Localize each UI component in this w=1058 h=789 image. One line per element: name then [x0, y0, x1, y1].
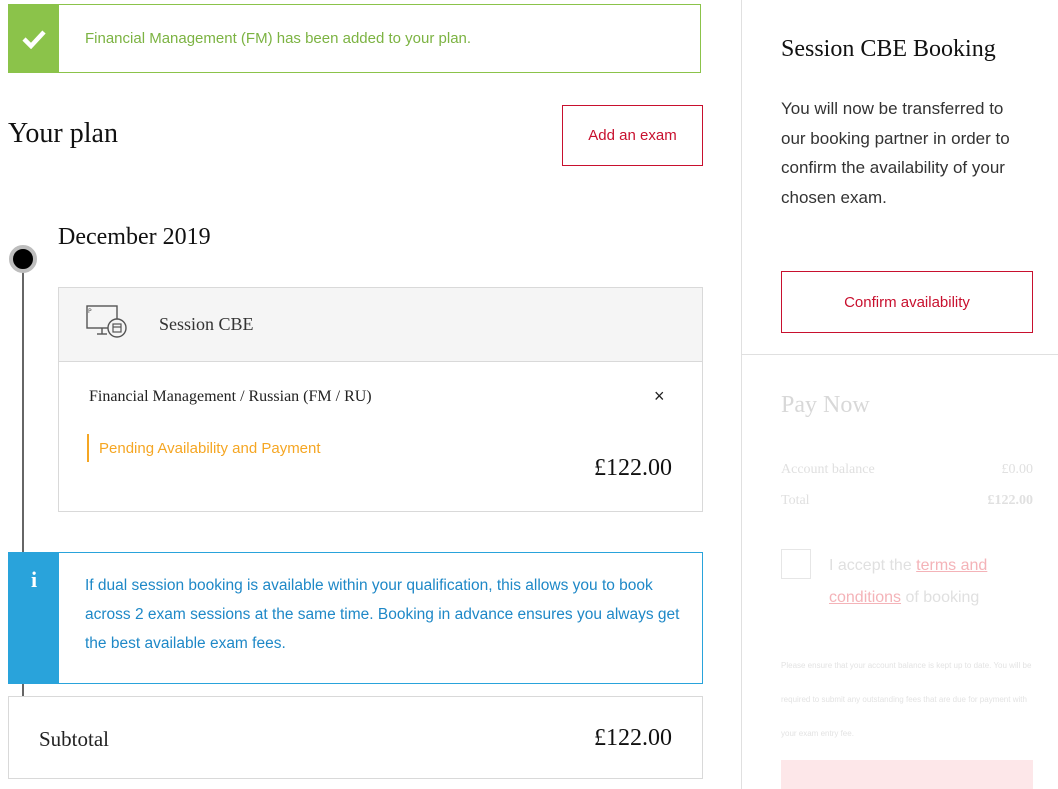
banner-message: Financial Management (FM) has been added… — [85, 30, 472, 47]
accept-prefix: I accept the — [829, 557, 917, 574]
add-exam-button[interactable]: Add an exam — [562, 105, 703, 166]
remove-exam-button[interactable]: × — [654, 386, 665, 407]
total-row: Total £122.00 — [781, 493, 1033, 509]
checkmark-icon — [9, 5, 59, 72]
exam-card: P Session CBE Financial Management / Rus… — [58, 287, 703, 512]
account-balance-value: £0.00 — [1001, 462, 1034, 477]
account-balance-label: Account balance — [781, 462, 875, 477]
fine-print: Please ensure that your account balance … — [781, 661, 1032, 738]
success-banner: Financial Management (FM) has been added… — [8, 4, 701, 73]
page-title: Your plan — [8, 118, 118, 149]
sidebar-divider — [742, 354, 1058, 355]
account-balance-row: Account balance £0.00 — [781, 462, 1033, 478]
pay-now-button[interactable] — [781, 760, 1033, 789]
exam-name: Financial Management / Russian (FM / RU) — [89, 388, 372, 405]
card-header: P Session CBE — [59, 288, 702, 362]
accept-terms-checkbox[interactable] — [781, 549, 811, 579]
total-label: Total — [781, 493, 810, 508]
pay-now-title: Pay Now — [781, 392, 870, 418]
subtotal-label: Subtotal — [39, 727, 110, 751]
info-notice: i If dual session booking is available w… — [8, 552, 703, 684]
info-text: If dual session booking is available wit… — [85, 577, 680, 652]
status-badge: Pending Availability and Payment — [87, 434, 321, 462]
svg-text:P: P — [88, 308, 92, 315]
sidebar-title: Session CBE Booking — [781, 36, 996, 62]
exam-price: £122.00 — [594, 455, 672, 481]
timeline-dot — [9, 245, 37, 273]
accept-terms-label: I accept the terms and conditions of boo… — [829, 550, 1029, 614]
month-heading: December 2019 — [58, 224, 211, 250]
session-label: Session CBE — [159, 314, 254, 334]
subtotal-box: Subtotal £122.00 — [8, 696, 703, 779]
computer-exam-icon: P — [85, 304, 131, 345]
total-value: £122.00 — [987, 493, 1034, 508]
sidebar-description: You will now be transferred to our booki… — [781, 99, 1010, 207]
info-icon: i — [9, 553, 59, 683]
booking-sidebar: Session CBE Booking You will now be tran… — [741, 0, 1058, 789]
subtotal-amount: £122.00 — [594, 725, 672, 751]
accept-suffix: of booking — [901, 589, 980, 606]
confirm-availability-button[interactable]: Confirm availability — [781, 271, 1033, 333]
